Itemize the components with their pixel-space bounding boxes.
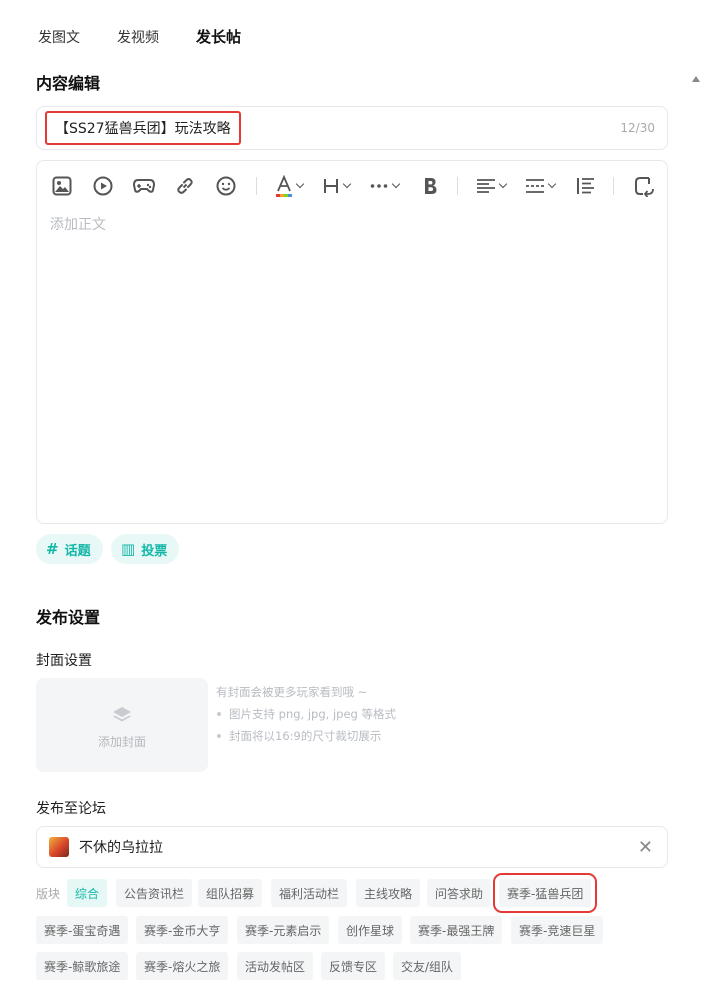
board-tag[interactable]: 公告资讯栏 [116,879,193,907]
cover-tip-text: 有封面会被更多玩家看到哦 ~ [216,685,368,699]
board-tag[interactable]: 赛季-鲸歌旅途 [36,952,129,980]
cover-tips: 有封面会被更多玩家看到哦 ~ 图片支持 png, jpg, jpeg 等格式 封… [216,681,396,747]
align-icon [477,179,495,193]
cover-tip-text: 图片支持 png, jpg, jpeg 等格式 [229,707,396,721]
tab-video[interactable]: 发视频 [117,27,159,47]
divider-dropdown[interactable] [526,178,557,194]
cover-settings-label: 封面设置 [36,653,92,669]
content-section-title: 内容编辑 [36,74,101,93]
topic-label: 话题 [64,543,91,559]
cover-tip: 图片支持 png, jpg, jpeg 等格式 [216,703,396,725]
add-cover-button[interactable]: 添加封面 [36,678,208,772]
more-dropdown[interactable] [370,179,401,189]
board-tag[interactable]: 综合 [67,879,108,907]
forum-select[interactable]: 不休的乌拉拉 ✕ [36,826,668,868]
heading-icon [324,179,338,193]
board-tag[interactable]: 赛季-猛兽兵团 [492,873,598,913]
board-tag[interactable]: 主线攻略 [356,879,421,907]
indent-icon[interactable] [575,175,597,197]
board-label: 版块 [36,887,61,901]
rich-text-editor[interactable]: 添加正文 [36,160,668,524]
editor-placeholder: 添加正文 [50,217,106,233]
rotate-icon[interactable] [633,175,655,197]
more-icon [370,184,388,188]
link-icon[interactable] [174,175,196,197]
publish-section-title: 发布设置 [36,608,101,627]
title-char-count: 12/30 [620,121,655,135]
topic-button[interactable]: # 话题 [36,534,103,564]
bold-icon[interactable] [419,175,441,197]
cover-tip: 封面将以16:9的尺寸裁切展示 [216,725,396,747]
toolbar-separator [256,177,257,195]
vote-label: 投票 [141,543,168,559]
forum-name: 不休的乌拉拉 [79,840,163,856]
board-tag[interactable]: 反馈专区 [321,952,386,980]
board-tag[interactable]: 赛季-最强王牌 [410,916,503,944]
board-tag[interactable]: 创作星球 [338,916,403,944]
bullet-dot [217,712,221,716]
bullet-dot [217,734,221,738]
close-icon[interactable]: ✕ [638,837,653,858]
title-field-container: 【SS27猛兽兵团】玩法攻略 12/30 [36,106,668,150]
scroll-up-arrow[interactable] [692,76,700,82]
heading-dropdown[interactable] [323,177,352,195]
board-tag[interactable]: 赛季-竞速巨星 [511,916,604,944]
chevron-down-icon [391,179,401,189]
board-tag[interactable]: 赛季-蛋宝奇遇 [36,916,129,944]
chevron-down-icon [498,179,508,189]
chevron-down-icon [342,179,352,189]
divider-icon [526,179,544,193]
vote-icon: ▥ [121,540,136,558]
board-tag[interactable]: 组队招募 [198,879,263,907]
board-tag[interactable]: 赛季-熔火之旅 [136,952,229,980]
add-cover-label: 添加封面 [97,735,146,749]
board-tag[interactable]: 活动发帖区 [237,952,314,980]
vote-button[interactable]: ▥ 投票 [111,534,180,564]
board-tag[interactable]: 赛季-元素启示 [237,916,330,944]
image-icon[interactable] [51,175,73,197]
board-tag[interactable]: 赛季-金币大亨 [136,916,229,944]
tab-image-text[interactable]: 发图文 [38,27,80,47]
align-dropdown[interactable] [477,178,508,194]
board-tag[interactable]: 福利活动栏 [271,879,348,907]
toolbar-separator [613,177,614,195]
post-type-tabs: 发图文 发视频 发长帖 [38,26,242,47]
cover-tip: 有封面会被更多玩家看到哦 ~ [216,681,396,703]
font-color-icon [276,175,292,197]
emoji-icon[interactable] [215,175,237,197]
game-icon[interactable] [133,175,155,197]
board-tag[interactable]: 交友/组队 [393,952,462,980]
chevron-down-icon [547,179,557,189]
chevron-down-icon [295,179,305,189]
cover-tip-text: 封面将以16:9的尺寸裁切展示 [229,729,382,743]
editor-toolbar [51,175,655,197]
video-icon[interactable] [92,175,114,197]
font-color-dropdown[interactable] [276,175,305,197]
forum-label: 发布至论坛 [36,801,106,817]
tab-long-post[interactable]: 发长帖 [196,26,242,47]
toolbar-separator [457,177,458,195]
layers-icon [113,707,131,722]
post-title-input[interactable]: 【SS27猛兽兵团】玩法攻略 [45,111,241,145]
tab-long-post-label: 发长帖 [196,28,242,46]
hashtag-icon: # [46,540,59,558]
board-tag[interactable]: 问答求助 [427,879,492,907]
forum-avatar [49,837,69,857]
